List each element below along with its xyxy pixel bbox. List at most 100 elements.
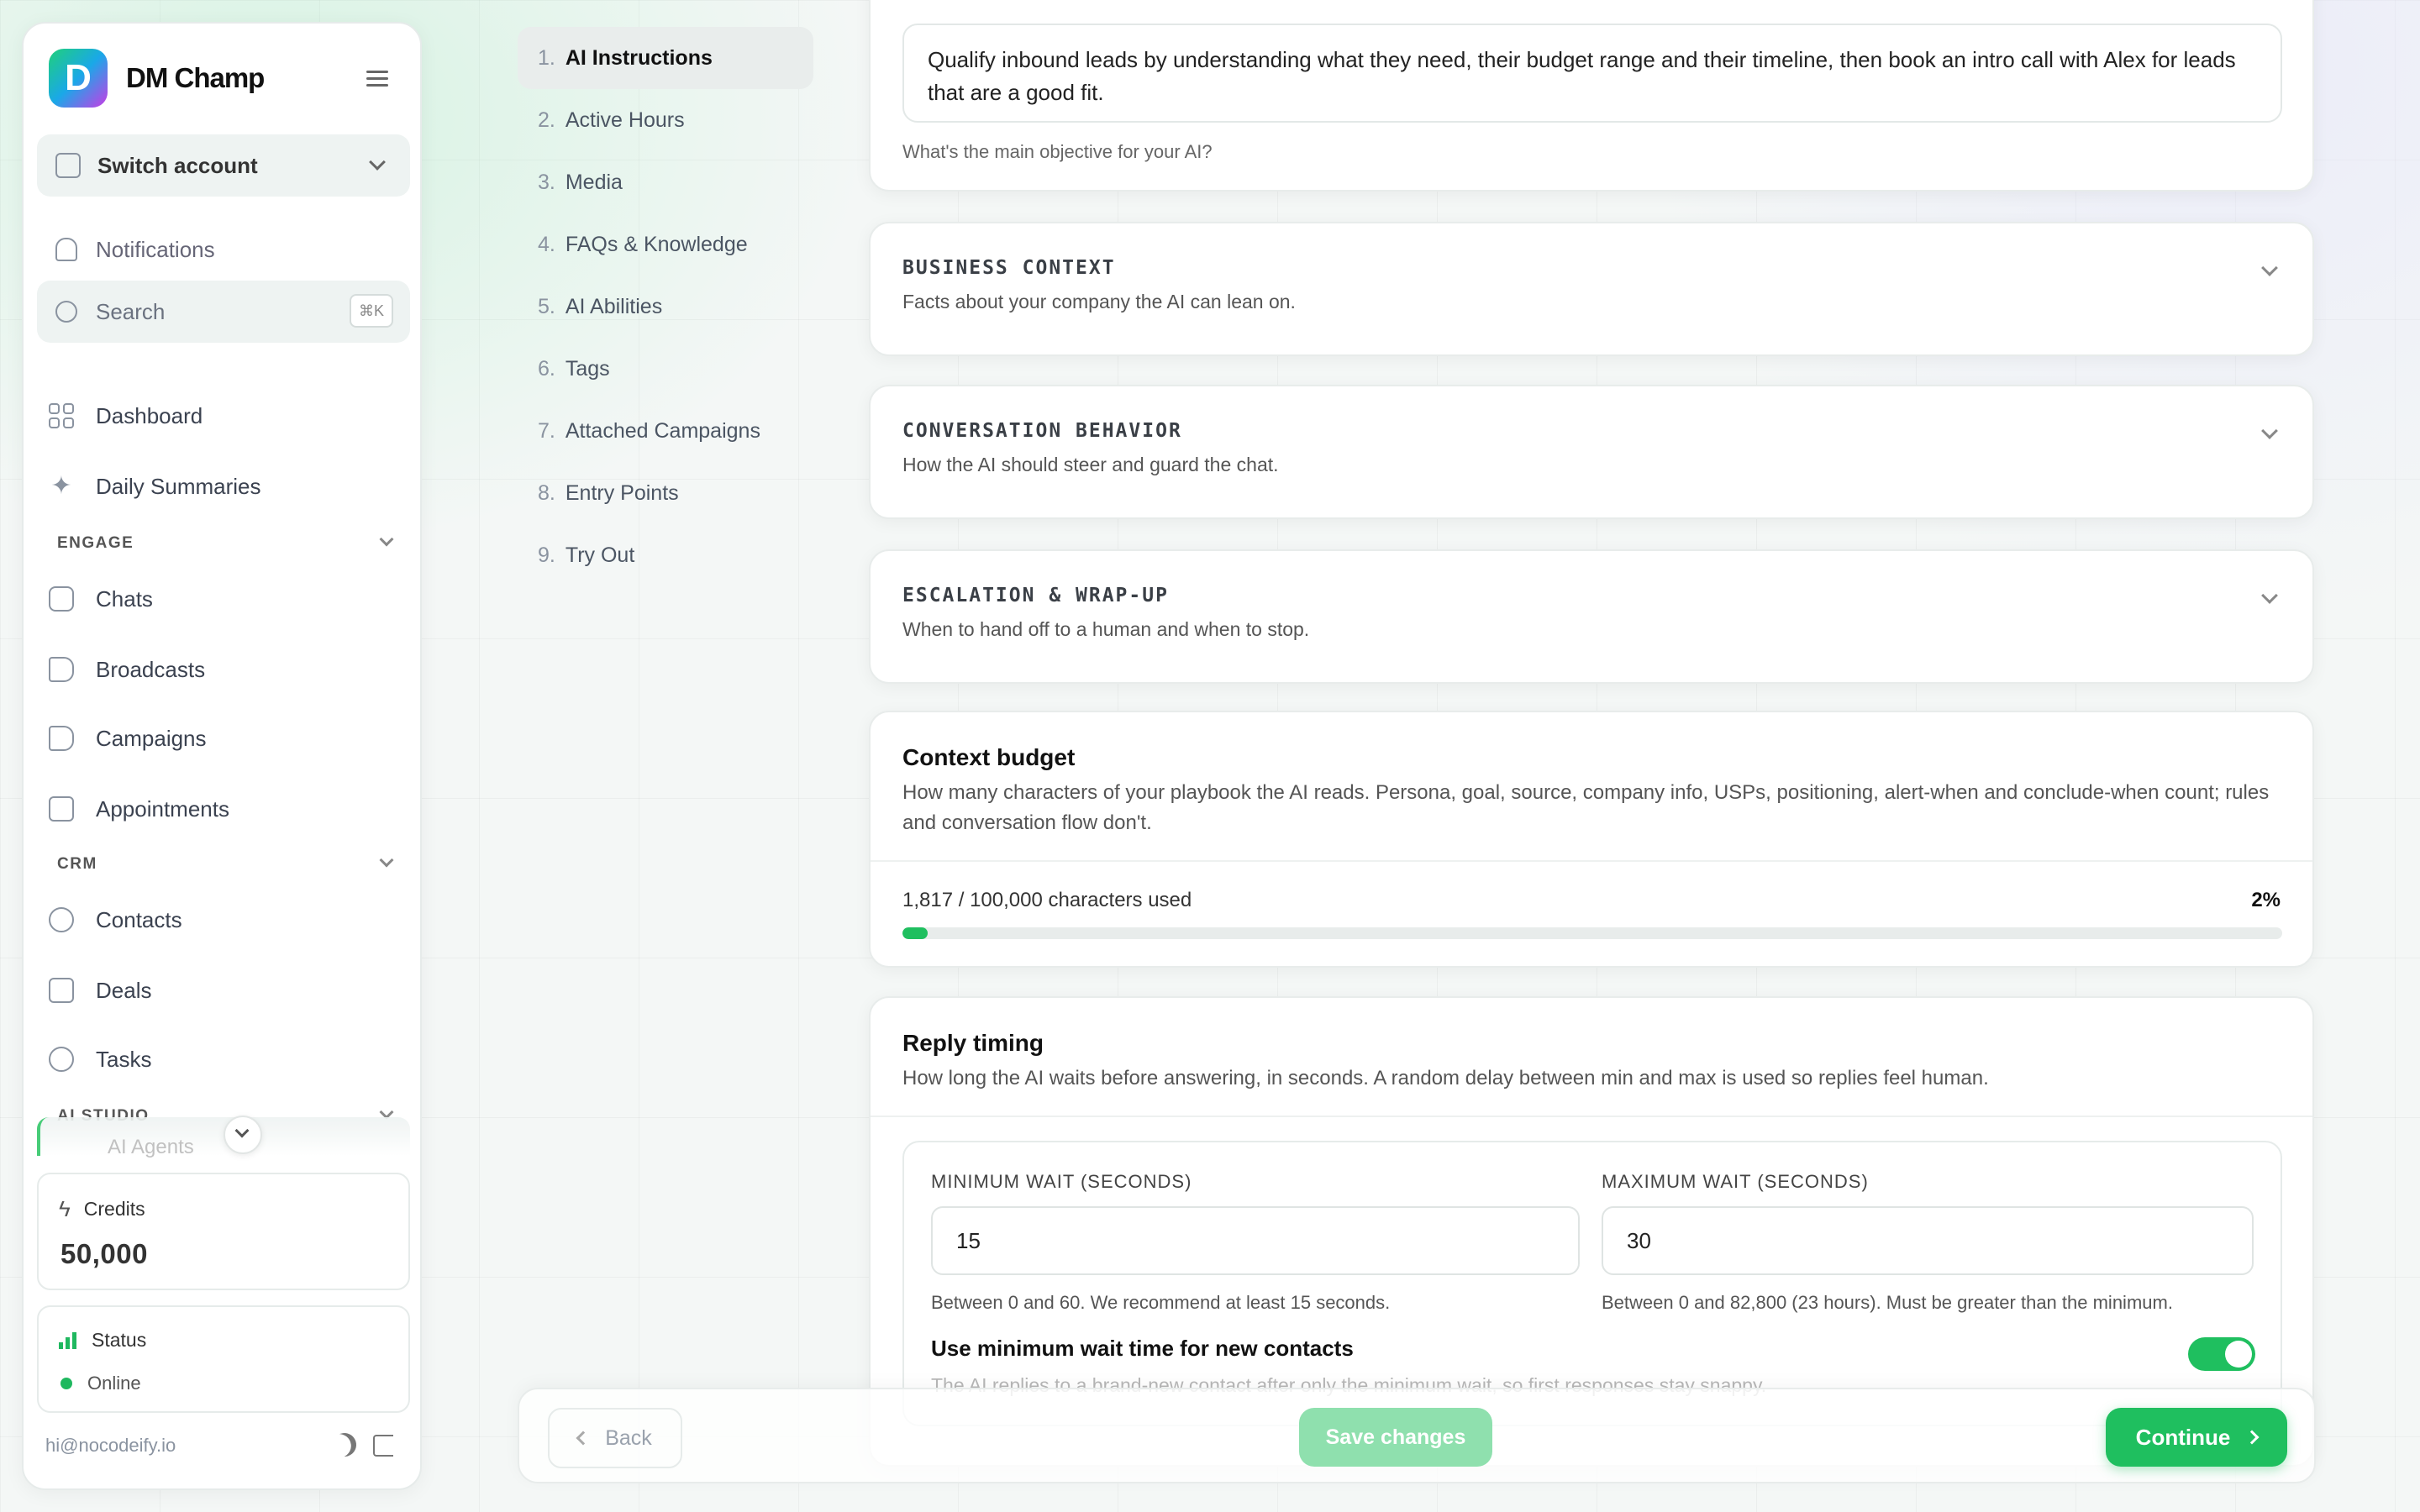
chevron-right-icon <box>2244 1430 2260 1445</box>
chevron-down-icon[interactable] <box>2261 587 2278 604</box>
toggle-knob <box>2225 1341 2252 1368</box>
sidebar: D DM Champ Switch account Notifications … <box>22 22 422 1490</box>
chevron-down-icon[interactable] <box>379 853 394 868</box>
goal-textarea[interactable]: Qualify inbound leads by understanding w… <box>902 24 2282 123</box>
chevron-down-icon[interactable] <box>2261 423 2278 439</box>
continue-button[interactable]: Continue <box>2106 1408 2287 1467</box>
new-contacts-toggle-title: Use minimum wait time for new contacts <box>931 1336 1354 1361</box>
dm-champ-logo-icon: D <box>49 49 108 108</box>
status-value: Online <box>87 1373 141 1394</box>
back-label: Back <box>605 1425 652 1450</box>
step-number: 6. <box>538 356 555 381</box>
chevron-down-icon[interactable] <box>379 532 394 547</box>
sidebar-item-broadcasts[interactable]: Broadcasts <box>49 648 205 690</box>
accordion-desc: How the AI should steer and guard the ch… <box>902 454 1279 475</box>
brand-name: DM Champ <box>126 62 265 93</box>
hamburger-menu-icon[interactable] <box>366 71 388 87</box>
credits-value: 50,000 <box>60 1238 148 1269</box>
sidebar-item-dashboard[interactable]: Dashboard <box>49 395 203 437</box>
goal-panel: Qualify inbound leads by understanding w… <box>869 0 2314 192</box>
accordion-title: BUSINESS CONTEXT <box>902 257 1116 279</box>
accordion-conversation-behavior[interactable]: CONVERSATION BEHAVIOR How the AI should … <box>869 385 2314 519</box>
sidebar-item-label: Chats <box>96 585 153 612</box>
context-budget-desc: How many characters of your playbook the… <box>902 781 2270 834</box>
bell-icon <box>55 238 77 261</box>
min-wait-input[interactable]: 15 <box>931 1206 1580 1275</box>
chevron-left-icon <box>576 1431 591 1446</box>
brand[interactable]: D DM Champ <box>49 49 265 108</box>
step-number: 9. <box>538 543 555 567</box>
notifications-link[interactable]: Notifications <box>37 228 215 270</box>
reply-timing-desc: How long the AI waits before answering, … <box>902 1067 1989 1089</box>
back-button[interactable]: Back <box>548 1408 682 1468</box>
search-input[interactable]: Search ⌘K <box>37 281 410 343</box>
credits-card: ϟ Credits 50,000 <box>37 1173 410 1290</box>
sidebar-item-tasks[interactable]: Tasks <box>49 1038 151 1080</box>
logout-icon[interactable] <box>373 1435 393 1457</box>
step-faqs-knowledge[interactable]: 4. FAQs & Knowledge <box>518 213 813 276</box>
step-entry-points[interactable]: 8. Entry Points <box>518 462 813 524</box>
check-circle-icon <box>49 1047 74 1072</box>
step-label: Tags <box>565 356 610 381</box>
online-dot <box>60 1378 72 1389</box>
step-number: 2. <box>538 108 555 132</box>
step-media[interactable]: 3. Media <box>518 151 813 213</box>
step-label: AI Abilities <box>565 294 663 318</box>
step-number: 8. <box>538 480 555 505</box>
sidebar-item-label: Deals <box>96 977 152 1003</box>
lightning-icon: ϟ <box>59 1196 71 1221</box>
usage-text: 1,817 / 100,000 characters used <box>902 889 1192 911</box>
step-label: AI Instructions <box>565 45 713 70</box>
max-wait-hint: Between 0 and 82,800 (23 hours). Must be… <box>1602 1292 2173 1313</box>
scroll-down-button[interactable] <box>224 1116 262 1154</box>
usage-percent: 2% <box>2251 889 2281 911</box>
status-label: Status <box>92 1329 147 1351</box>
sidebar-item-label: Dashboard <box>96 402 203 428</box>
usage-progress-bar <box>902 927 2282 939</box>
sidebar-item-contacts[interactable]: Contacts <box>49 899 182 941</box>
sidebar-item-appointments[interactable]: Appointments <box>49 788 229 830</box>
footer-action-bar: Back Save changes Continue <box>518 1388 2316 1483</box>
new-contacts-toggle[interactable] <box>2188 1337 2255 1371</box>
step-active-hours[interactable]: 2. Active Hours <box>518 89 813 151</box>
search-shortcut: ⌘K <box>350 294 393 328</box>
step-label: Active Hours <box>565 108 685 132</box>
context-budget-panel: Context budget How many characters of yo… <box>869 711 2314 968</box>
megaphone-icon <box>49 657 74 682</box>
logo-letter: D <box>65 57 92 98</box>
sidebar-item-chats[interactable]: Chats <box>49 578 153 620</box>
building-icon <box>55 153 81 178</box>
step-number: 5. <box>538 294 555 318</box>
section-engage[interactable]: ENGAGE <box>57 534 134 553</box>
user-email: hi@nocodeify.io <box>45 1435 176 1456</box>
switch-account-button[interactable]: Switch account <box>37 134 410 197</box>
briefcase-icon <box>49 978 74 1003</box>
max-wait-label: MAXIMUM WAIT (SECONDS) <box>1602 1171 1869 1192</box>
step-label: Entry Points <box>565 480 679 505</box>
chevron-down-icon <box>234 1123 250 1138</box>
save-changes-button[interactable]: Save changes <box>1299 1408 1492 1467</box>
search-placeholder: Search <box>96 298 166 324</box>
step-ai-instructions[interactable]: 1. AI Instructions <box>518 27 813 89</box>
sparkles-icon: ✦ <box>50 472 72 500</box>
moon-icon[interactable] <box>329 1429 360 1461</box>
divider <box>871 1116 2312 1117</box>
sidebar-item-label: Appointments <box>96 795 229 822</box>
step-number: 1. <box>538 45 555 70</box>
users-icon <box>49 907 74 932</box>
step-try-out[interactable]: 9. Try Out <box>518 524 813 586</box>
sidebar-item-deals[interactable]: Deals <box>49 969 151 1011</box>
step-attached-campaigns[interactable]: 7. Attached Campaigns <box>518 400 813 462</box>
step-ai-abilities[interactable]: 5. AI Abilities <box>518 276 813 338</box>
accordion-desc: When to hand off to a human and when to … <box>902 618 1310 640</box>
section-crm[interactable]: CRM <box>57 855 97 874</box>
accordion-escalation-wrap-up[interactable]: ESCALATION & WRAP-UP When to hand off to… <box>869 549 2314 684</box>
max-wait-input[interactable]: 30 <box>1602 1206 2254 1275</box>
step-tags[interactable]: 6. Tags <box>518 338 813 400</box>
chat-bubbles-icon <box>49 586 74 612</box>
sidebar-item-campaigns[interactable]: Campaigns <box>49 717 207 759</box>
sidebar-item-daily-summaries[interactable]: ✦ Daily Summaries <box>49 465 260 507</box>
chevron-down-icon[interactable] <box>2261 260 2278 276</box>
accordion-business-context[interactable]: BUSINESS CONTEXT Facts about your compan… <box>869 222 2314 356</box>
accordion-title: CONVERSATION BEHAVIOR <box>902 420 1182 442</box>
